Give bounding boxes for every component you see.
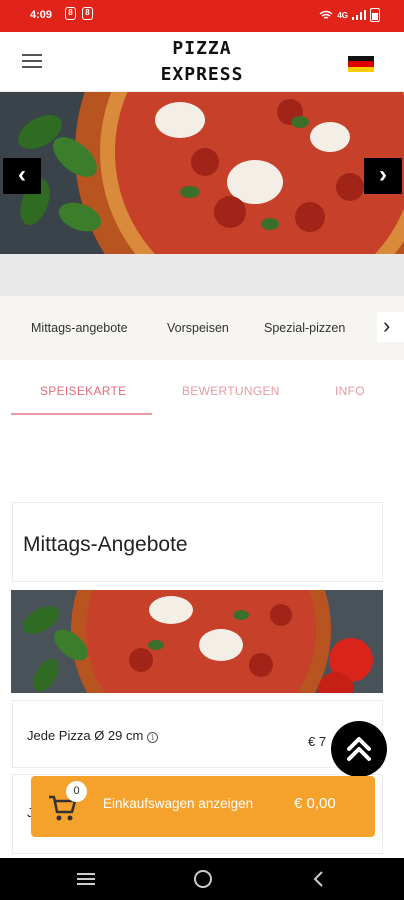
- section-title: Mittags-Angebote: [23, 533, 188, 556]
- tab-menu[interactable]: SPEISEKARTE: [40, 384, 126, 398]
- tab-info[interactable]: INFO: [335, 384, 365, 398]
- recents-icon: [77, 873, 95, 885]
- menu-item-price: € 7: [308, 734, 327, 749]
- carousel-prev-button[interactable]: ‹: [3, 158, 41, 194]
- battery-icon: [370, 8, 380, 22]
- info-icon[interactable]: i: [147, 732, 159, 743]
- hero-carousel[interactable]: ‹ ›: [0, 92, 404, 254]
- category-bar[interactable]: Mittags-angebote Vorspeisen Spezial-pizz…: [0, 296, 404, 360]
- cart-label: Einkaufswagen anzeigen: [103, 796, 254, 811]
- brand-logo[interactable]: PIZZA EXPRESS: [150, 36, 254, 88]
- scroll-to-top-button[interactable]: [331, 721, 387, 777]
- active-tab-indicator: [11, 413, 152, 415]
- pizza-hero-image: [0, 92, 404, 254]
- back-icon: [313, 871, 323, 887]
- signal-icon: [352, 10, 366, 20]
- view-cart-button[interactable]: 0 Einkaufswagen anzeigen € 0,00: [31, 776, 375, 837]
- menu-item[interactable]: Jede Pizza Ø 29 cm i € 7: [12, 700, 383, 768]
- category-item[interactable]: Mittags-angebote: [31, 321, 128, 335]
- system-nav-icons: [77, 870, 323, 888]
- cart-count-badge: 0: [66, 781, 87, 802]
- notification-icons: 8 8: [65, 7, 93, 20]
- logo-line-2: EXPRESS: [160, 64, 244, 85]
- status-time: 4:09: [30, 9, 53, 21]
- hamburger-icon[interactable]: [22, 54, 42, 70]
- home-icon: [194, 870, 212, 888]
- logo-line-1: PIZZA: [172, 38, 232, 59]
- category-item[interactable]: Vorspeisen: [167, 321, 229, 335]
- german-flag-icon[interactable]: [348, 56, 374, 72]
- notification-icon: 8: [82, 7, 93, 20]
- status-bar: 4:09 8 8 4G: [0, 0, 404, 32]
- app-header: PIZZA EXPRESS: [0, 32, 404, 92]
- pizza-section-image: [11, 590, 383, 693]
- category-item[interactable]: Spezial-pizzen: [264, 321, 345, 335]
- carousel-next-button[interactable]: ›: [364, 158, 402, 194]
- tab-bar: SPEISEKARTE BEWERTUNGEN INFO: [0, 368, 404, 416]
- cart-total: € 0,00: [294, 795, 336, 812]
- section-header-card: Mittags-Angebote: [12, 502, 383, 582]
- network-type: 4G: [337, 10, 348, 20]
- status-right: 4G: [319, 8, 380, 22]
- system-nav-bar: [0, 858, 404, 900]
- wifi-icon: [319, 10, 333, 19]
- spacer-band: [0, 254, 404, 296]
- chevron-right-icon[interactable]: ›: [377, 312, 404, 342]
- tab-reviews[interactable]: BEWERTUNGEN: [182, 384, 280, 398]
- notification-icon: 8: [65, 7, 76, 20]
- menu-item-name: Jede Pizza Ø 29 cm i: [27, 728, 159, 743]
- section-image: [11, 590, 383, 693]
- double-chevron-up-icon: [347, 737, 371, 761]
